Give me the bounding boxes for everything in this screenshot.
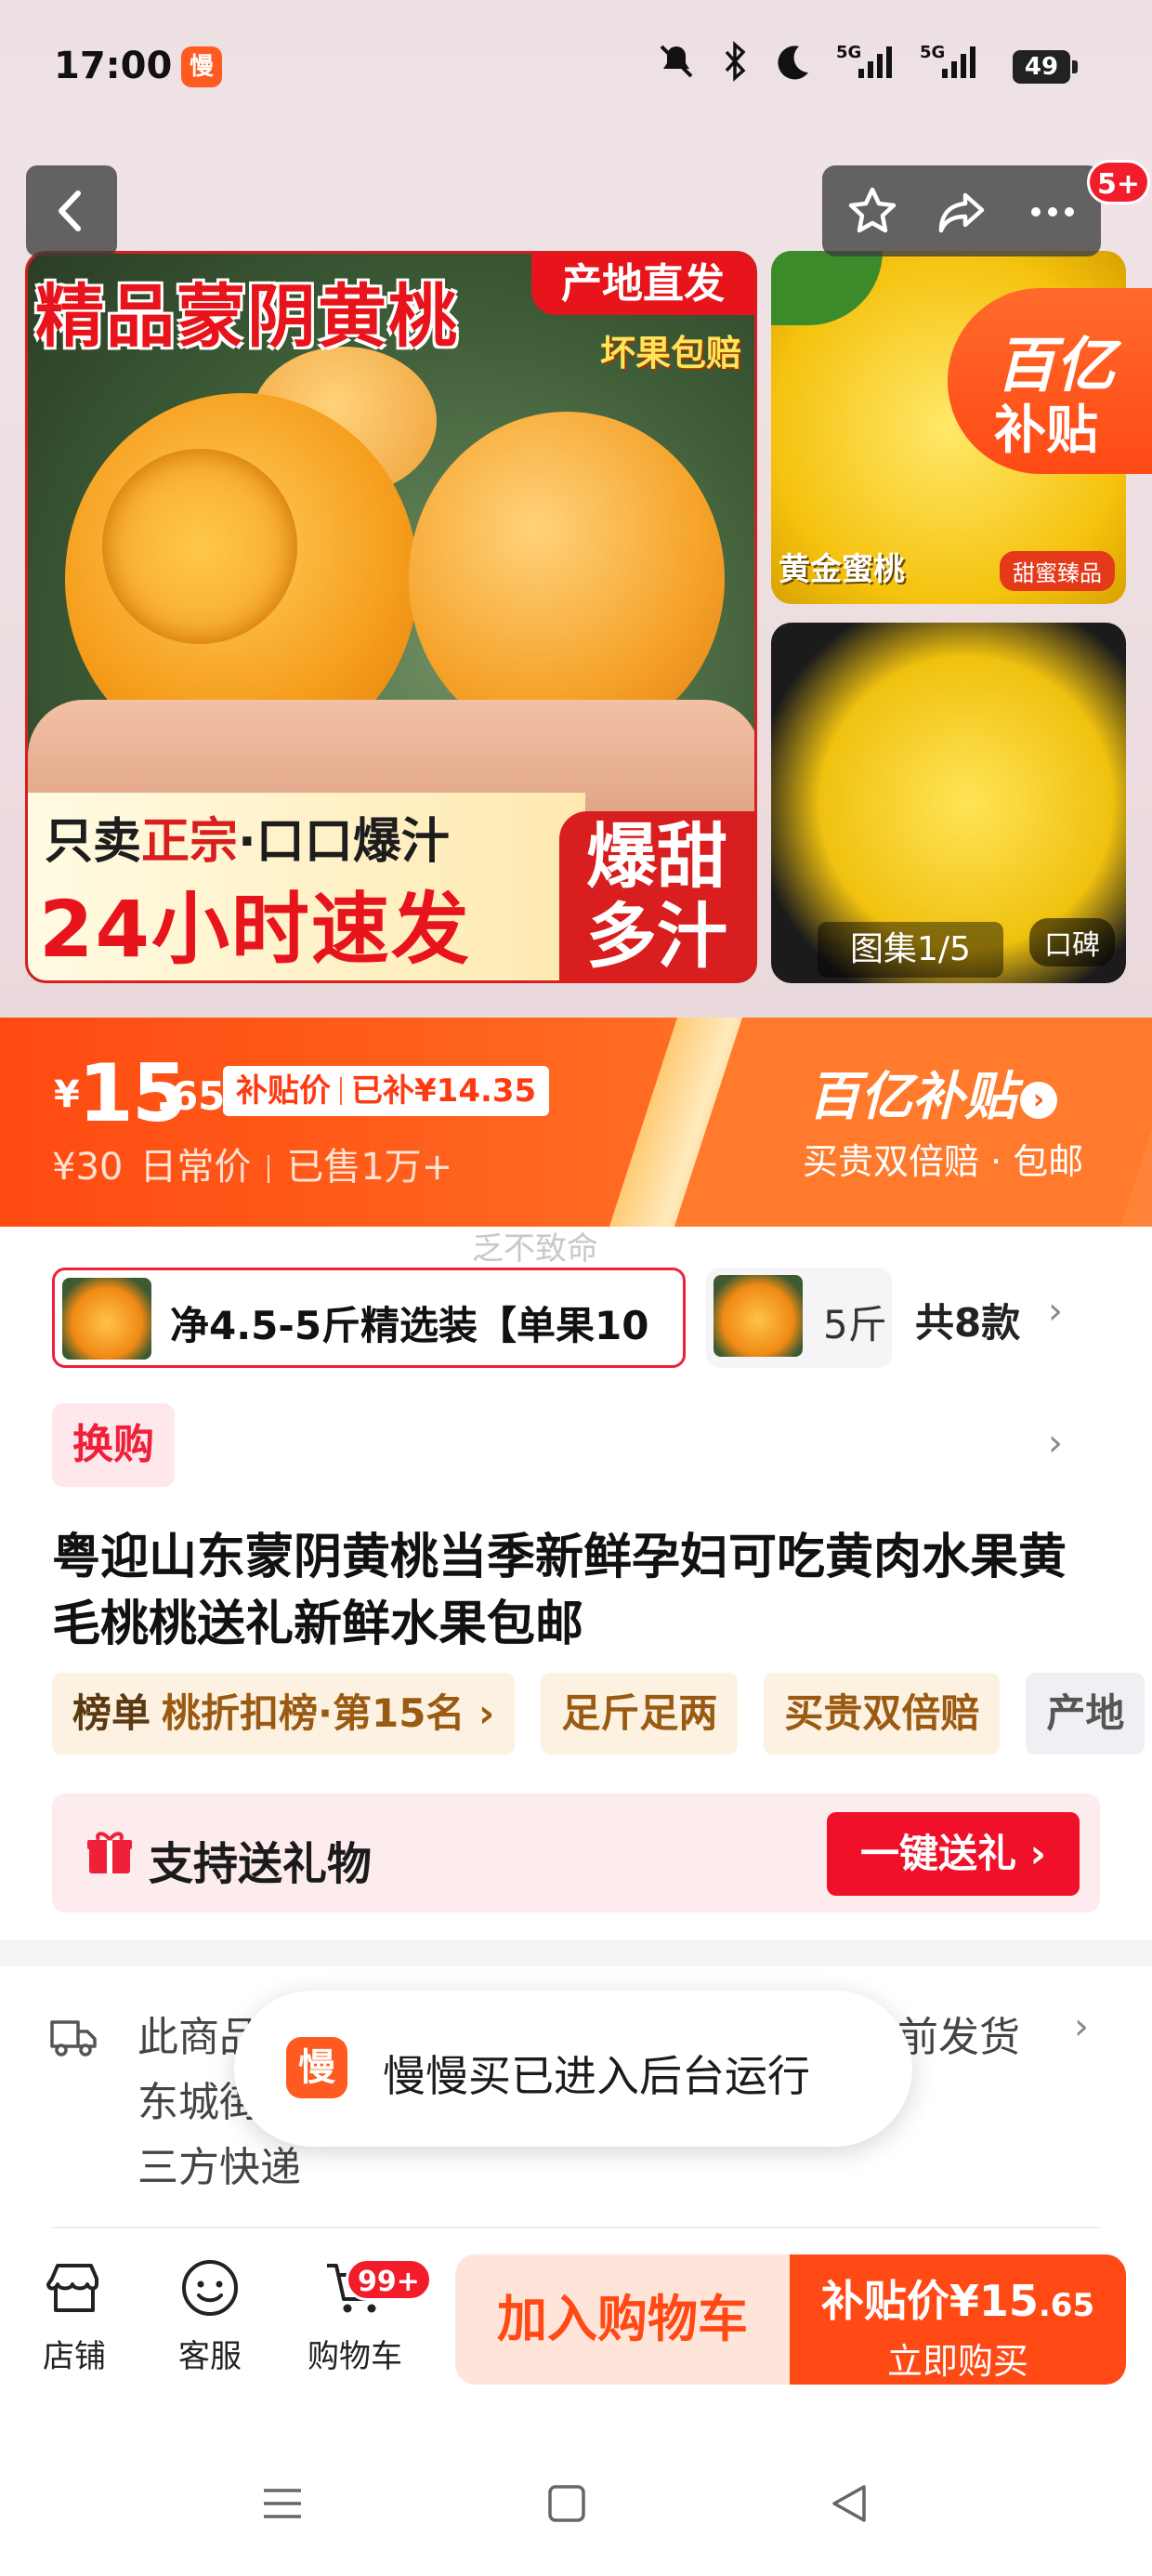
app-notification-icon: 慢 xyxy=(181,46,222,87)
watermark: 乏不致命 xyxy=(472,1230,598,1268)
service-button[interactable]: 客服 xyxy=(154,2254,266,2376)
sku-selector: 净4.5-5斤精选装【单果10 5斤 共8款 › xyxy=(0,1264,1152,1368)
exchange-tag[interactable]: 换购 xyxy=(52,1403,175,1487)
peach-image-part xyxy=(409,412,725,746)
yi-subsidy-desc: 买贵双倍赔 · 包邮 xyxy=(803,1141,1084,1182)
chevron-left-icon xyxy=(59,191,81,231)
svg-text:5G: 5G xyxy=(920,43,945,62)
sku-thumb xyxy=(62,1278,151,1360)
system-navigation-bar xyxy=(0,2435,1152,2576)
price-decimal: .65 xyxy=(156,1073,226,1119)
store-label: 店铺 xyxy=(43,2338,106,2375)
section-divider xyxy=(0,1940,1152,1966)
divider xyxy=(52,2227,1100,2228)
thumb-1-tag: 甜蜜臻品 xyxy=(1000,551,1115,591)
shipping-line-1-end: 前发货 xyxy=(897,2014,1020,2061)
tag-double-refund[interactable]: 买贵双倍赔 xyxy=(764,1673,1001,1755)
image-title: 精品蒙阴黄桃 xyxy=(35,277,459,357)
tag-origin[interactable]: 产地 xyxy=(1026,1673,1145,1755)
cart-label: 购物车 xyxy=(308,2338,402,2375)
image-tag-direct: 产地直发 xyxy=(531,254,754,315)
sku-option-label: 5斤 xyxy=(823,1302,887,1347)
status-bar: 17:00 慢 5G 5G 49 xyxy=(0,0,1152,139)
customer-service-icon xyxy=(182,2260,238,2316)
gallery-main-image[interactable]: 精品蒙阴黄桃 产地直发 坏果包赔 只卖正宗·口口爆汁 24小时速发 爆甜多汁 xyxy=(25,251,757,983)
rank-tag[interactable]: 榜单 桃折扣榜·第15名 › xyxy=(52,1673,516,1755)
buy-now-button[interactable]: 补贴价¥15.65 立即购买 xyxy=(790,2254,1126,2385)
yi-subsidy-link[interactable]: 百亿补贴 › xyxy=(808,1055,1057,1130)
bluetooth-icon xyxy=(725,41,746,82)
image-burst-label: 爆甜多汁 xyxy=(559,811,754,980)
add-to-cart-button[interactable]: 加入购物车 xyxy=(455,2254,790,2385)
chevron-right-icon[interactable]: › xyxy=(1048,1422,1063,1465)
sku-option-selected[interactable]: 净4.5-5斤精选装【单果10 xyxy=(52,1268,686,1368)
sku-count[interactable]: 共8款 xyxy=(915,1292,1020,1348)
store-button[interactable]: 店铺 xyxy=(19,2254,130,2376)
buy-price: 补贴价¥15.65 xyxy=(820,2276,1095,2326)
more-icon[interactable] xyxy=(1025,184,1080,240)
original-price-row: ¥30 日常价 已售1万+ xyxy=(52,1146,453,1189)
top-actions xyxy=(822,165,1101,256)
status-time: 17:00 xyxy=(54,45,173,87)
chevron-right-icon[interactable]: › xyxy=(1074,2005,1089,2048)
store-icon xyxy=(46,2264,98,2312)
favorite-star-icon[interactable] xyxy=(844,184,900,240)
sku-option-label: 净4.5-5斤精选装【单果10 xyxy=(170,1303,649,1348)
back-button[interactable] xyxy=(26,165,117,256)
product-title: 粤迎山东蒙阴黄桃当季新鲜孕妇可吃黄肉水果黄毛桃桃送礼新鲜水果包邮 xyxy=(52,1530,1067,1652)
gift-label: 支持送礼物 xyxy=(149,1838,373,1890)
mute-icon xyxy=(660,45,693,78)
share-icon[interactable] xyxy=(934,184,989,240)
background-toast: 慢 慢慢买已进入后台运行 xyxy=(234,1991,912,2147)
tag-weight[interactable]: 足斤足两 xyxy=(541,1673,739,1755)
signal-5g-icon-2: 5G xyxy=(920,43,975,78)
image-band-line1: 只卖正宗·口口爆汁 xyxy=(45,814,450,870)
gift-banner: 支持送礼物 一键送礼 › xyxy=(52,1794,1100,1912)
subsidy-price-label: 补贴价 已补¥14.35 xyxy=(223,1066,550,1116)
shipping-line-3: 三方快递 xyxy=(137,2144,301,2191)
thumb-1-label: 黄金蜜桃 xyxy=(779,551,905,588)
buy-now-label: 立即购买 xyxy=(886,2341,1028,2382)
yi-subsidy-badge: 百亿 补贴 xyxy=(948,288,1152,474)
app-icon: 慢 xyxy=(286,2037,347,2098)
sku-thumb xyxy=(713,1275,803,1357)
service-label: 客服 xyxy=(178,2338,242,2375)
price-currency: ¥ xyxy=(54,1073,80,1116)
send-gift-button[interactable]: 一键送礼 › xyxy=(827,1812,1080,1896)
leaf-image-part xyxy=(771,251,883,325)
cart-badge: 99+ xyxy=(346,2258,432,2301)
sku-option[interactable]: 5斤 xyxy=(706,1268,892,1368)
image-tag-guarantee: 坏果包赔 xyxy=(599,333,741,374)
menu-icon[interactable] xyxy=(260,2481,305,2526)
chevron-right-icon: › xyxy=(1020,1082,1057,1119)
back-nav-icon[interactable] xyxy=(827,2481,871,2526)
message-badge: 5+ xyxy=(1087,160,1151,204)
status-icons: 5G 5G xyxy=(656,41,1068,82)
gallery-counter: 图集1/5 xyxy=(818,922,1003,978)
toast-text: 慢慢买已进入后台运行 xyxy=(383,2051,810,2101)
image-band-line2: 24小时速发 xyxy=(39,884,471,975)
home-icon[interactable] xyxy=(544,2481,589,2526)
gift-icon xyxy=(87,1832,132,1873)
delivery-truck-icon xyxy=(50,2020,97,2057)
tag-row: 榜单 桃折扣榜·第15名 › 足斤足两 买贵双倍赔 产地 xyxy=(52,1673,1152,1756)
moon-icon xyxy=(778,46,808,80)
chevron-right-icon[interactable]: › xyxy=(1048,1290,1063,1333)
signal-5g-icon: 5G xyxy=(836,43,892,78)
battery-icon: 49 xyxy=(1013,50,1078,84)
price-banner: ¥ 15 .65 补贴价 已补¥14.35 ¥30 日常价 已售1万+ 百亿补贴 › 买… xyxy=(0,1018,1152,1227)
thumb-2-tag: 口碑 xyxy=(1029,918,1115,966)
svg-text:5G: 5G xyxy=(836,43,861,62)
